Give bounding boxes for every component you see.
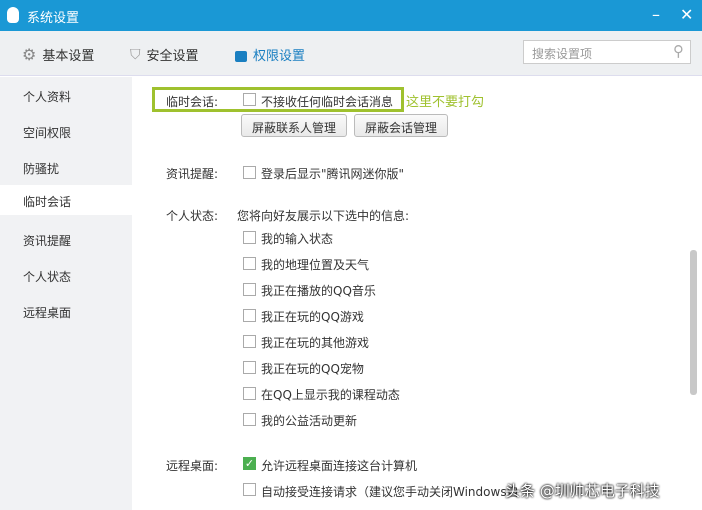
remote-auto-accept-option: 自动接受连接请求（建议您手动关闭Windows自 bbox=[261, 483, 519, 500]
scrollbar[interactable] bbox=[690, 250, 697, 395]
watermark: 头条 @圳帅芯电子科技 bbox=[505, 480, 660, 501]
sidebar-item-temp-chat[interactable]: 临时会话 bbox=[0, 185, 132, 215]
tab-basic-settings[interactable]: ⚙基本设置 bbox=[22, 45, 94, 64]
status-checkbox[interactable] bbox=[243, 361, 256, 374]
status-checkbox[interactable] bbox=[243, 413, 256, 426]
sidebar-item-anti-harass[interactable]: 防骚扰 bbox=[0, 152, 132, 182]
news-option: 登录后显示"腾讯网迷你版" bbox=[261, 165, 404, 182]
block-sessions-button[interactable]: 屏蔽会话管理 bbox=[354, 114, 448, 137]
news-label: 资讯提醒: bbox=[166, 165, 218, 182]
search-input[interactable]: 搜索设置项⚲ bbox=[523, 40, 691, 64]
remote-auto-accept-checkbox[interactable] bbox=[243, 483, 256, 496]
search-icon[interactable]: ⚲ bbox=[673, 42, 684, 60]
status-checkbox[interactable] bbox=[243, 257, 256, 270]
qq-logo-icon bbox=[7, 7, 19, 23]
window-title: 系统设置 bbox=[27, 7, 79, 26]
sidebar-item-news[interactable]: 资讯提醒 bbox=[0, 224, 132, 254]
shield-icon: ⛉ bbox=[130, 47, 141, 63]
sidebar: 个人资料 空间权限 防骚扰 临时会话 资讯提醒 个人状态 远程桌面 bbox=[0, 77, 132, 510]
status-checkbox[interactable] bbox=[243, 387, 256, 400]
content-panel bbox=[132, 77, 702, 510]
tab-permission-settings[interactable]: 权限设置 bbox=[235, 45, 305, 64]
news-checkbox[interactable] bbox=[243, 166, 256, 179]
status-label: 个人状态: bbox=[166, 207, 218, 224]
status-option: 我的地理位置及天气 bbox=[261, 256, 369, 273]
remote-allow-option: 允许远程桌面连接这台计算机 bbox=[261, 457, 417, 474]
status-option: 我的输入状态 bbox=[261, 230, 333, 247]
annotation-note: 这里不要打勾 bbox=[406, 91, 484, 110]
temp-chat-label: 临时会话: bbox=[166, 93, 218, 110]
sidebar-item-remote[interactable]: 远程桌面 bbox=[0, 296, 132, 326]
status-option: 我正在播放的QQ音乐 bbox=[261, 282, 376, 299]
status-option: 我正在玩的QQ游戏 bbox=[261, 308, 364, 325]
sidebar-item-space[interactable]: 空间权限 bbox=[0, 116, 132, 146]
status-option: 我正在玩的QQ宠物 bbox=[261, 360, 364, 377]
status-desc: 您将向好友展示以下选中的信息: bbox=[237, 207, 409, 224]
gear-icon: ⚙ bbox=[22, 45, 36, 64]
status-checkbox[interactable] bbox=[243, 309, 256, 322]
status-option: 我的公益活动更新 bbox=[261, 412, 357, 429]
temp-chat-checkbox[interactable] bbox=[243, 93, 256, 106]
toolbar: ⚙基本设置 ⛉安全设置 权限设置 搜索设置项⚲ bbox=[0, 31, 702, 76]
lock-icon bbox=[235, 51, 247, 62]
temp-chat-option: 不接收任何临时会话消息 bbox=[261, 93, 393, 110]
remote-label: 远程桌面: bbox=[166, 457, 218, 474]
status-checkbox[interactable] bbox=[243, 335, 256, 348]
status-option: 在QQ上显示我的课程动态 bbox=[261, 386, 400, 403]
minimize-button[interactable]: – bbox=[652, 5, 660, 24]
sidebar-item-profile[interactable]: 个人资料 bbox=[0, 80, 132, 110]
block-contacts-button[interactable]: 屏蔽联系人管理 bbox=[241, 114, 347, 137]
close-button[interactable]: ✕ bbox=[680, 5, 693, 24]
status-checkbox[interactable] bbox=[243, 231, 256, 244]
status-checkbox[interactable] bbox=[243, 283, 256, 296]
status-option: 我正在玩的其他游戏 bbox=[261, 334, 369, 351]
remote-allow-checkbox[interactable]: ✓ bbox=[243, 457, 256, 470]
title-bar: 系统设置 – ✕ bbox=[0, 0, 702, 31]
tab-security-settings[interactable]: ⛉安全设置 bbox=[130, 45, 199, 64]
sidebar-item-status[interactable]: 个人状态 bbox=[0, 260, 132, 290]
